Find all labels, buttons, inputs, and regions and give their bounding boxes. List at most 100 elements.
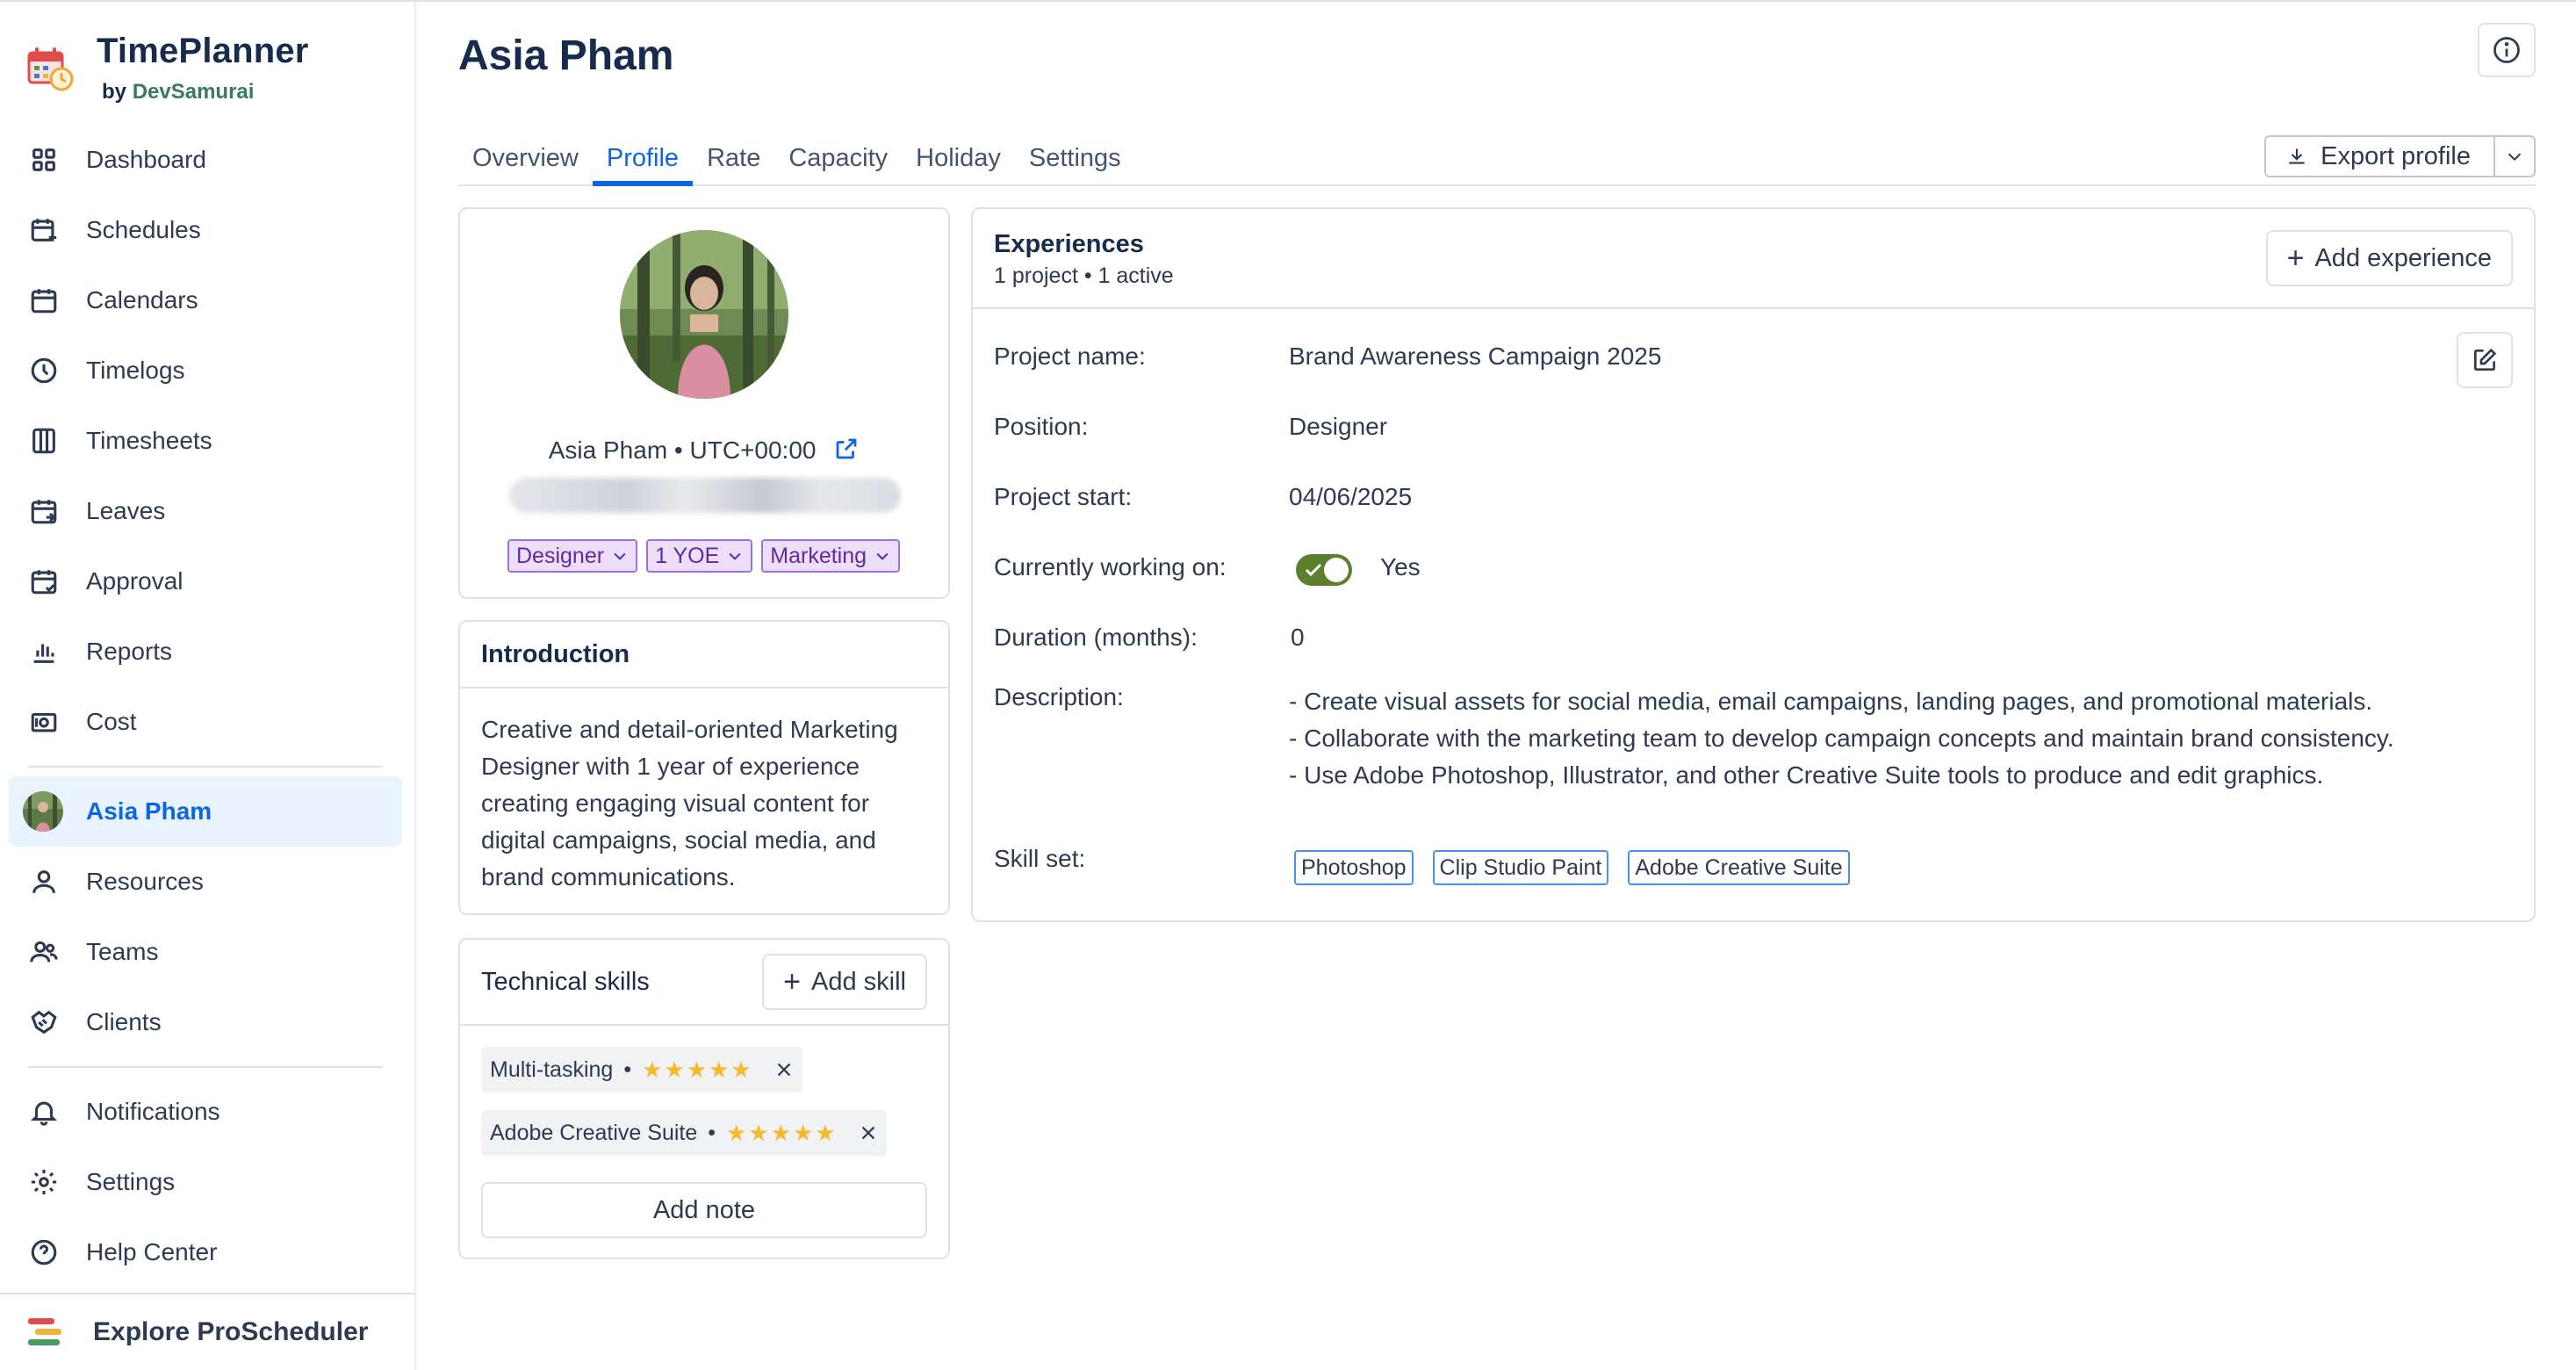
info-button[interactable]	[2478, 23, 2536, 77]
tag-experience[interactable]: 1 YOE	[646, 539, 753, 573]
brand-subtitle: by DevSamurai	[102, 80, 309, 105]
sidebar-item-settings[interactable]: Settings	[9, 1147, 402, 1217]
sidebar-item-help-center[interactable]: Help Center	[9, 1217, 402, 1287]
sidebar-item-timesheets[interactable]: Timesheets	[9, 406, 402, 476]
proscheduler-logo-icon	[28, 1318, 61, 1345]
sidebar-item-label: Clients	[86, 1008, 162, 1035]
plus-icon: +	[783, 964, 801, 999]
sidebar-item-calendars[interactable]: Calendars	[9, 265, 402, 335]
sidebar-item-teams[interactable]: Teams	[9, 917, 402, 987]
profile-card: Asia Pham • UTC+00:00 Designer 1 YOE Mar…	[458, 207, 950, 599]
tag-label: Marketing	[770, 543, 867, 568]
technical-skills-card: Technical skills + Add skill Multi-taski…	[458, 938, 950, 1259]
money-icon	[28, 706, 60, 738]
skill-item[interactable]: Multi-tasking • ★★★★★	[481, 1047, 802, 1092]
sidebar-item-label: Approval	[86, 567, 183, 595]
sidebar-item-label: Calendars	[86, 286, 198, 314]
sidebar-item-label: Leaves	[86, 497, 166, 524]
sidebar-item-reports[interactable]: Reports	[9, 616, 402, 687]
add-skill-label: Add skill	[811, 967, 906, 996]
skill-tag: Clip Studio Paint	[1432, 850, 1609, 885]
sidebar-item-timelogs[interactable]: Timelogs	[9, 335, 402, 406]
export-profile-label: Export profile	[2321, 141, 2471, 170]
star-rating[interactable]: ★★★★★	[726, 1120, 838, 1147]
user-icon	[28, 866, 60, 898]
plus-icon: +	[2286, 241, 2305, 275]
add-experience-label: Add experience	[2314, 243, 2492, 272]
star-rating[interactable]: ★★★★★	[642, 1056, 753, 1084]
separator-dot: •	[623, 1056, 632, 1082]
add-note-button[interactable]: Add note	[481, 1182, 927, 1238]
tab-profile[interactable]: Profile	[592, 125, 694, 186]
tab-rate[interactable]: Rate	[693, 125, 774, 186]
introduction-title: Introduction	[460, 622, 948, 689]
description-text: - Create visual assets for social media,…	[1289, 683, 2430, 794]
experiences-title: Experiences	[994, 230, 1144, 258]
sidebar-item-label: Reports	[86, 638, 173, 665]
tag-department[interactable]: Marketing	[761, 539, 901, 573]
external-link-icon[interactable]	[833, 436, 860, 468]
export-options-dropdown[interactable]	[2493, 137, 2534, 176]
separator-dot: •	[708, 1120, 716, 1145]
remove-skill-icon[interactable]	[774, 1060, 794, 1079]
profile-tabs: Overview Profile Rate Capacity Holiday S…	[458, 125, 2536, 186]
currently-working-toggle[interactable]	[1296, 554, 1352, 586]
chevron-down-icon	[614, 552, 626, 560]
sidebar-item-label: Dashboard	[86, 146, 206, 173]
sidebar-item-notifications[interactable]: Notifications	[9, 1077, 402, 1147]
add-experience-button[interactable]: + Add experience	[2265, 230, 2513, 286]
tab-settings[interactable]: Settings	[1015, 125, 1135, 186]
tab-capacity[interactable]: Capacity	[774, 125, 902, 186]
tab-holiday[interactable]: Holiday	[902, 125, 1015, 186]
brand-by: by	[102, 80, 127, 104]
description-line: - Collaborate with the marketing team to…	[1289, 725, 2394, 752]
timeplanner-logo-icon	[27, 47, 74, 91]
sidebar-item-label: Teams	[86, 938, 159, 965]
add-skill-button[interactable]: + Add skill	[762, 954, 927, 1010]
tag-label: Designer	[516, 543, 605, 568]
tab-overview[interactable]: Overview	[458, 125, 593, 186]
export-profile-button[interactable]: Export profile	[2266, 137, 2493, 176]
sidebar-item-approval[interactable]: Approval	[9, 546, 402, 616]
project-start-label: Project start:	[994, 483, 1133, 510]
skill-name: Adobe Creative Suite	[490, 1120, 698, 1145]
tag-position[interactable]: Designer	[507, 539, 638, 573]
calendar-check-icon	[28, 566, 60, 597]
position-value: Designer	[1289, 413, 1388, 440]
skill-item[interactable]: Adobe Creative Suite • ★★★★★	[481, 1110, 887, 1156]
calendar-icon	[28, 285, 60, 316]
sidebar-divider	[28, 1066, 383, 1068]
calendar-leave-icon	[28, 495, 60, 527]
users-icon	[28, 936, 60, 968]
sidebar-item-clients[interactable]: Clients	[9, 987, 402, 1057]
remove-skill-icon[interactable]	[859, 1123, 878, 1143]
sidebar-item-dashboard[interactable]: Dashboard	[9, 125, 402, 195]
sidebar-item-label: Timelogs	[86, 357, 185, 384]
explore-proscheduler-link[interactable]: Explore ProScheduler	[0, 1293, 414, 1370]
skill-name: Multi-tasking	[490, 1056, 614, 1082]
sidebar-item-leaves[interactable]: Leaves	[9, 476, 402, 546]
sidebar-item-resources[interactable]: Resources	[9, 847, 402, 917]
sidebar: TimePlanner by DevSamurai Dashboard Sche…	[0, 2, 416, 1370]
duration-value: 0	[1291, 624, 1305, 651]
brand[interactable]: TimePlanner by DevSamurai	[26, 32, 309, 111]
chevron-down-icon	[2508, 153, 2522, 162]
avatar	[23, 791, 63, 832]
introduction-card: Introduction Creative and detail-oriente…	[458, 620, 950, 915]
sidebar-item-schedules[interactable]: Schedules	[9, 195, 402, 265]
sidebar-item-cost[interactable]: Cost	[9, 687, 402, 757]
introduction-text[interactable]: Creative and detail-oriented Marketing D…	[460, 689, 948, 919]
profile-tags: Designer 1 YOE Marketing	[507, 539, 901, 573]
sidebar-item-user[interactable]: Asia Pham	[9, 776, 402, 847]
description-line: - Create visual assets for social media,…	[1289, 688, 2373, 715]
experiences-header: Experiences 1 project • 1 active + Add e…	[973, 209, 2534, 309]
description-line: - Use Adobe Photoshop, Illustrator, and …	[1289, 761, 2324, 789]
sidebar-item-label: Notifications	[86, 1098, 220, 1125]
clock-icon	[28, 355, 60, 386]
edit-experience-button[interactable]	[2457, 332, 2513, 388]
position-label: Position:	[994, 413, 1089, 440]
check-icon	[1305, 563, 1322, 577]
chevron-down-icon	[729, 552, 741, 560]
sidebar-nav: Dashboard Schedules Calendars Timelogs T…	[9, 125, 402, 1287]
columns-icon	[28, 425, 60, 457]
